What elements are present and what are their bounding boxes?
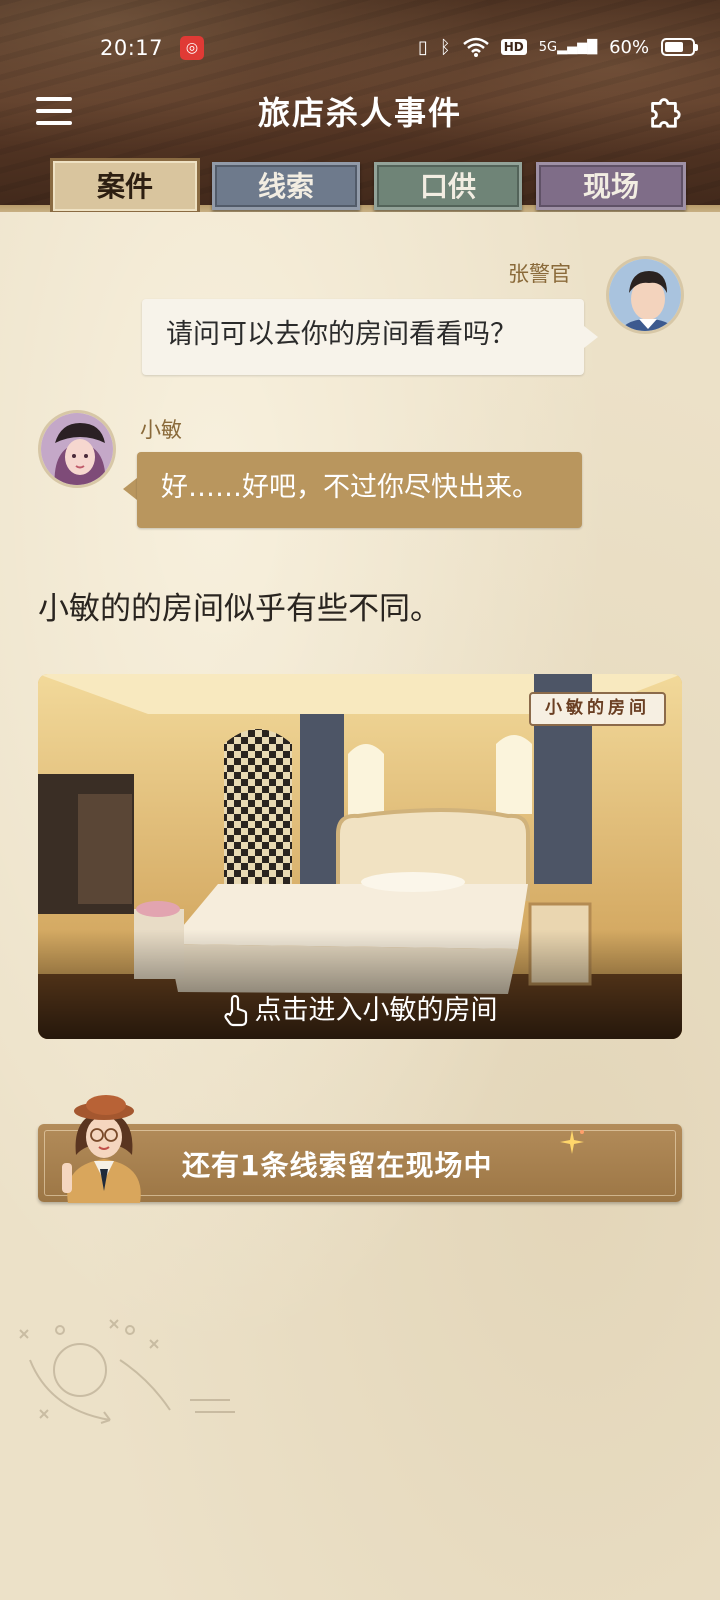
signal-icon: 5G▂▄▆█ <box>538 39 598 55</box>
battery-percent: 60% <box>609 36 650 58</box>
tab-clues[interactable]: 线索 <box>212 162 360 210</box>
top-bar: 旅店杀人事件 <box>0 80 720 140</box>
vibrate-icon: ▯ <box>418 36 428 58</box>
enter-room-button[interactable]: 点击进入小敏的房间 <box>38 988 682 1028</box>
message-bubble-xiaomin: 好……好吧，不过你尽快出来。 <box>137 452 582 528</box>
avatar-officer-zhang[interactable] <box>606 256 684 334</box>
status-time: 20:17 <box>100 36 164 60</box>
narration-text: 小敏的的房间似乎有些不同。 <box>38 591 441 627</box>
netease-music-icon: ◎ <box>180 36 204 60</box>
wifi-icon <box>462 37 489 57</box>
status-icons: ▯ ᛒ HD 5G▂▄▆█ 60% <box>418 34 699 60</box>
bubble-tail <box>123 478 137 500</box>
room-photo <box>38 674 682 1039</box>
tab-case[interactable]: 案件 <box>50 158 200 214</box>
hd-badge: HD <box>500 39 527 55</box>
bluetooth-icon: ᛒ <box>439 36 451 58</box>
battery-icon <box>661 38 699 56</box>
remaining-clue-text: 还有1条线索留在现场中 <box>182 1149 493 1182</box>
tap-hand-icon <box>223 995 247 1027</box>
enter-room-label: 点击进入小敏的房间 <box>254 994 498 1026</box>
tab-bar: 案件 线索 口供 现场 <box>50 158 710 218</box>
detective-girl-avatar <box>62 1095 141 1203</box>
avatar-xiaomin[interactable] <box>38 410 116 488</box>
status-bar: 20:17 ◎ ▯ ᛒ HD 5G▂▄▆█ 60% <box>0 28 720 68</box>
doodle-decoration <box>19 1319 235 1424</box>
tab-testimony[interactable]: 口供 <box>374 162 522 210</box>
network-type: 5G <box>538 39 558 55</box>
puzzle-icon[interactable] <box>645 92 683 130</box>
room-label-badge: 小敏的房间 <box>529 692 666 726</box>
speaker-name: 张警官 <box>508 262 571 286</box>
sparkle-icon <box>560 1130 584 1154</box>
room-card[interactable]: 小敏的房间 点击进入小敏的房间 <box>38 674 682 1039</box>
tab-scene[interactable]: 现场 <box>536 162 686 210</box>
page-title: 旅店杀人事件 <box>257 94 462 132</box>
speaker-name: 小敏 <box>140 418 182 442</box>
bubble-tail <box>584 326 598 348</box>
message-bubble-officer: 请问可以去你的房间看看吗？ <box>142 299 584 375</box>
